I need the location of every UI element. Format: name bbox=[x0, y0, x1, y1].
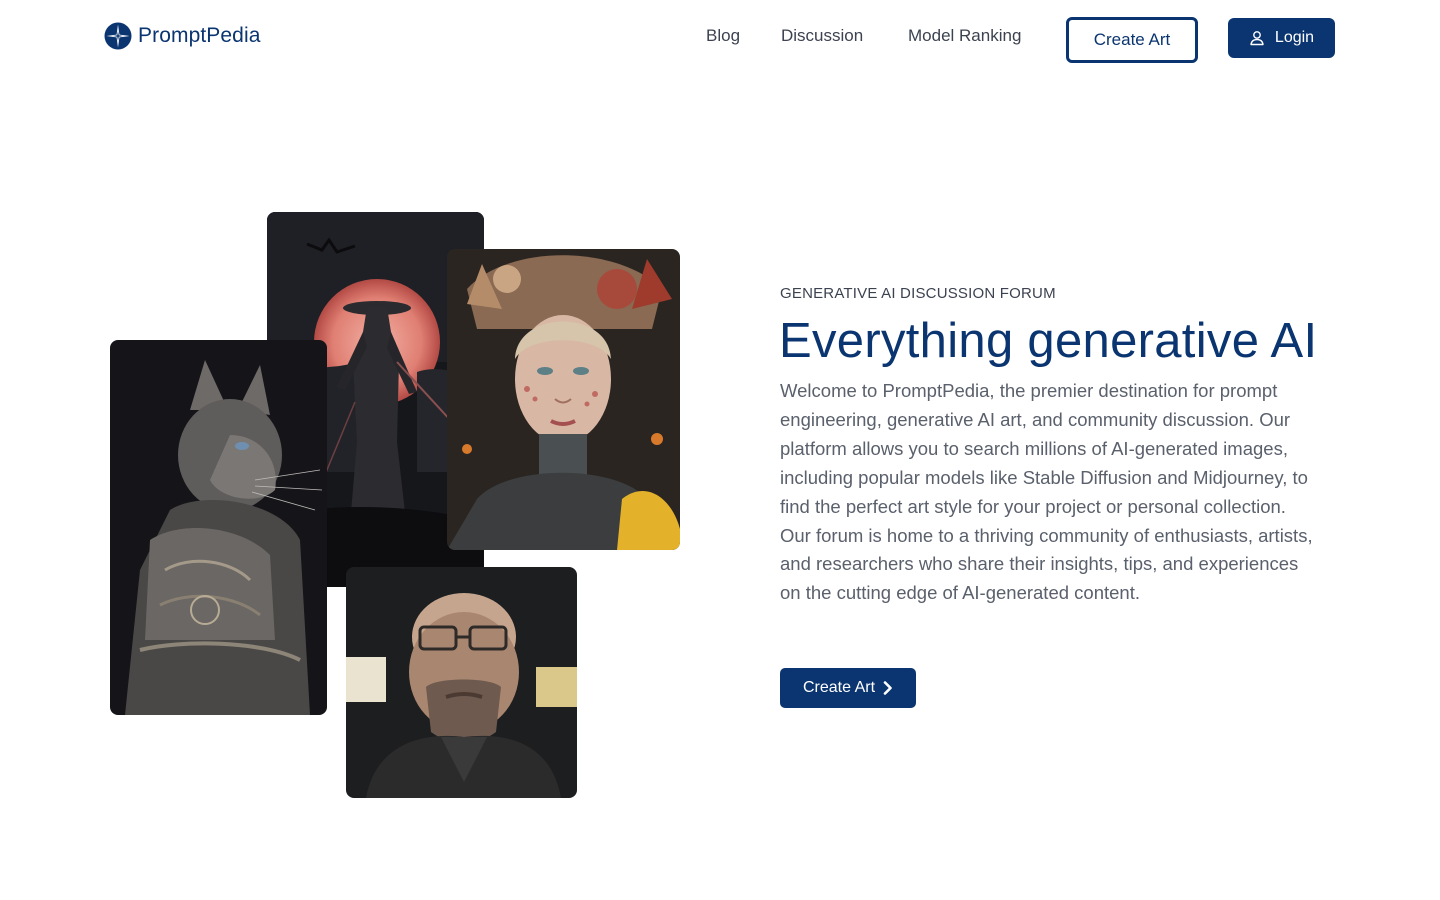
site-header: PromptPedia Blog Discussion Model Rankin… bbox=[0, 0, 1440, 80]
create-art-cta-button[interactable]: Create Art bbox=[780, 668, 916, 708]
nav-link-model-ranking[interactable]: Model Ranking bbox=[908, 26, 1021, 46]
user-icon bbox=[1250, 31, 1264, 46]
brand-name: PromptPedia bbox=[138, 24, 261, 47]
compass-star-icon bbox=[104, 22, 132, 50]
hero-eyebrow: GENERATIVE AI DISCUSSION FORUM bbox=[780, 285, 1056, 302]
hero-headline: Everything generative AI bbox=[779, 314, 1318, 368]
hero-description: Welcome to PromptPedia, the premier dest… bbox=[780, 380, 1313, 604]
brand-logo[interactable]: PromptPedia bbox=[104, 22, 261, 50]
create-art-cta-label: Create Art bbox=[802, 679, 876, 696]
nav-link-blog[interactable]: Blog bbox=[706, 26, 740, 46]
nav-link-discussion[interactable]: Discussion bbox=[781, 26, 863, 46]
ornate-woman-portrait-image bbox=[447, 249, 680, 550]
login-label: Login bbox=[1274, 29, 1315, 46]
login-button[interactable]: Login bbox=[1228, 18, 1335, 58]
create-art-nav-button[interactable]: Create Art bbox=[1066, 17, 1198, 63]
create-art-nav-label: Create Art bbox=[1093, 30, 1171, 49]
chevron-right-icon bbox=[883, 681, 892, 695]
armored-cat-image bbox=[110, 340, 327, 715]
bearded-man-portrait-image bbox=[346, 567, 577, 798]
